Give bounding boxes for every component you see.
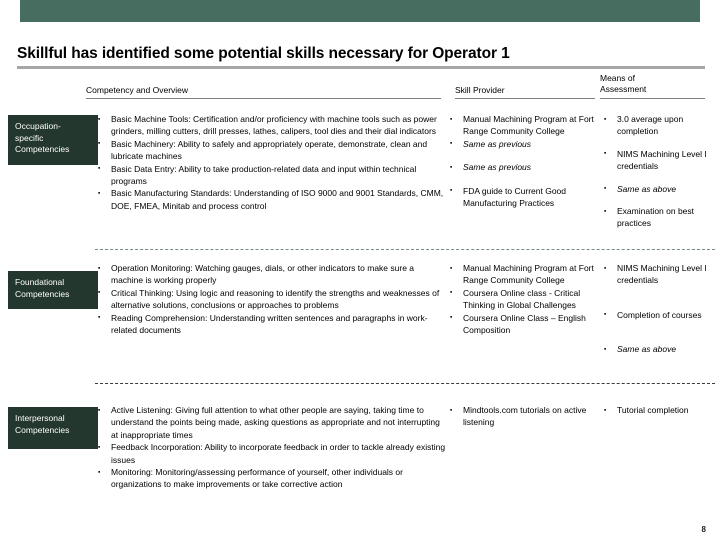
column-header-competency-label: Competency and Overview [86,85,189,95]
means-item: Same as above [602,343,714,356]
means-item-text: Examination on best practices [617,206,695,229]
page-title: Skillful has identified some potential s… [17,45,510,62]
competency-item-text: Basic Data Entry: Ability to take produc… [111,163,417,187]
column-header-means-rule [600,98,705,99]
provider-list-row-2: Manual Machining Program at Fort Range C… [448,262,600,336]
column-header-means-line1: Means of [600,73,635,83]
provider-item-text: Same as previous [463,162,532,173]
row-divider-1 [95,249,715,250]
column-header-competency-rule [86,98,441,99]
competency-item-text: Basic Manufacturing Standards: Understan… [111,188,444,211]
means-item: Tutorial completion [602,403,714,416]
competency-item: Basic Data Entry: Ability to take produc… [96,162,446,188]
competency-list-row-3: Active Listening: Giving full attention … [96,403,446,491]
competency-item: Feedback Incorporation: Ability to incor… [96,441,446,466]
provider-item: Manual Machining Program at Fort Range C… [448,113,600,138]
competency-item: Operation Monitoring: Watching gauges, d… [96,262,446,287]
means-item: Same as above [602,182,714,195]
means-item-text: Same as above [617,344,677,355]
competency-item-text: Monitoring: Monitoring/assessing perform… [111,467,403,490]
provider-item-text: Coursera Online class - Critical Thinkin… [463,287,581,311]
provider-item-text: Manual Machining Program at Fort Range C… [463,114,594,137]
provider-list-row-1: Manual Machining Program at Fort Range C… [448,113,600,209]
provider-item-text: Same as previous [463,138,532,149]
category-label-interpersonal: Interpersonal Competencies [8,407,98,449]
category-label-foundational: Foundational Competencies [8,271,98,309]
means-item-text: NIMS Machining Level I credentials [617,148,707,172]
means-item-text: Completion of courses [617,309,702,320]
competency-item-text: Basic Machine Tools: Certification and/o… [111,114,437,137]
category-label-occupation-specific: Occupation- specific Competencies [8,115,98,165]
provider-item-text: FDA guide to Current Good Manufacturing … [463,185,567,209]
competency-item-text: Feedback Incorporation: Ability to incor… [111,442,446,465]
header-accent-band [20,0,700,22]
means-item: Examination on best practices [602,205,714,230]
column-header-competency: Competency and Overview [86,85,441,99]
competency-item-text: Operation Monitoring: Watching gauges, d… [111,263,415,286]
column-header-skill-provider-label: Skill Provider [455,85,505,95]
competency-item: Active Listening: Giving full attention … [96,403,446,441]
means-item-text: 3.0 average upon completion [617,114,684,137]
provider-item: Same as previous [448,137,600,150]
means-list-row-1: 3.0 average upon completion NIMS Machinin… [602,113,714,230]
competency-item: Critical Thinking: Using logic and reaso… [96,286,446,312]
means-list-row-3: Tutorial completion [602,403,714,416]
category-label-line3: Competencies [15,144,70,154]
provider-item-text: Manual Machining Program at Fort Range C… [463,263,594,286]
means-list-row-2: NIMS Machining Level I credentials Comple… [602,262,714,357]
competency-item: Monitoring: Monitoring/assessing perform… [96,466,446,491]
provider-item: Manual Machining Program at Fort Range C… [448,262,600,287]
competency-item: Reading Comprehension: Understanding wri… [96,311,446,337]
provider-item: Coursera Online Class – English Composit… [448,311,600,337]
column-header-skill-provider: Skill Provider [455,85,595,99]
competency-item-text: Active Listening: Giving full attention … [111,405,440,440]
competency-item-text: Critical Thinking: Using logic and reaso… [111,287,440,311]
competency-item: Basic Machinery: Ability to safely and a… [96,137,446,163]
provider-item: Mindtools.com tutorials on active listen… [448,404,600,429]
means-item-text: Same as above [617,183,677,194]
category-label-line2: specific [15,132,44,143]
row-divider-2 [95,383,715,384]
category-label-line1: Occupation- [15,121,61,131]
category-label-line2: Competencies [15,424,70,435]
competency-item-text: Basic Machinery: Ability to safely and a… [111,138,428,162]
competency-list-row-2: Operation Monitoring: Watching gauges, d… [96,262,446,336]
title-divider [17,66,705,69]
column-header-means-of-assessment: Means of Assessment [600,73,705,99]
provider-item-text: Mindtools.com tutorials on active listen… [463,405,587,428]
competency-item-text: Reading Comprehension: Understanding wri… [111,312,428,336]
means-item-text: NIMS Machining Level I credentials [617,263,707,286]
means-item: 3.0 average upon completion [602,113,714,138]
category-label-line2: Competencies [15,288,70,299]
provider-item: Coursera Online class - Critical Thinkin… [448,286,600,312]
means-item: NIMS Machining Level I credentials [602,147,714,173]
competency-item: Basic Manufacturing Standards: Understan… [96,187,446,212]
competency-list-row-1: Basic Machine Tools: Certification and/o… [96,113,446,212]
category-label-line1: Foundational [15,277,65,287]
column-header-means-line2: Assessment [600,83,647,94]
page-number: 8 [701,525,706,534]
means-item: NIMS Machining Level I credentials [602,262,714,287]
provider-list-row-3: Mindtools.com tutorials on active listen… [448,404,600,429]
means-item: Completion of courses [602,308,714,321]
column-header-skill-provider-rule [455,98,595,99]
category-label-line1: Interpersonal [15,413,65,423]
provider-item: Same as previous [448,161,600,174]
means-item-text: Tutorial completion [617,405,689,415]
provider-item-text: Coursera Online Class – English Composit… [463,312,586,336]
provider-item: FDA guide to Current Good Manufacturing … [448,184,600,210]
competency-item: Basic Machine Tools: Certification and/o… [96,113,446,138]
